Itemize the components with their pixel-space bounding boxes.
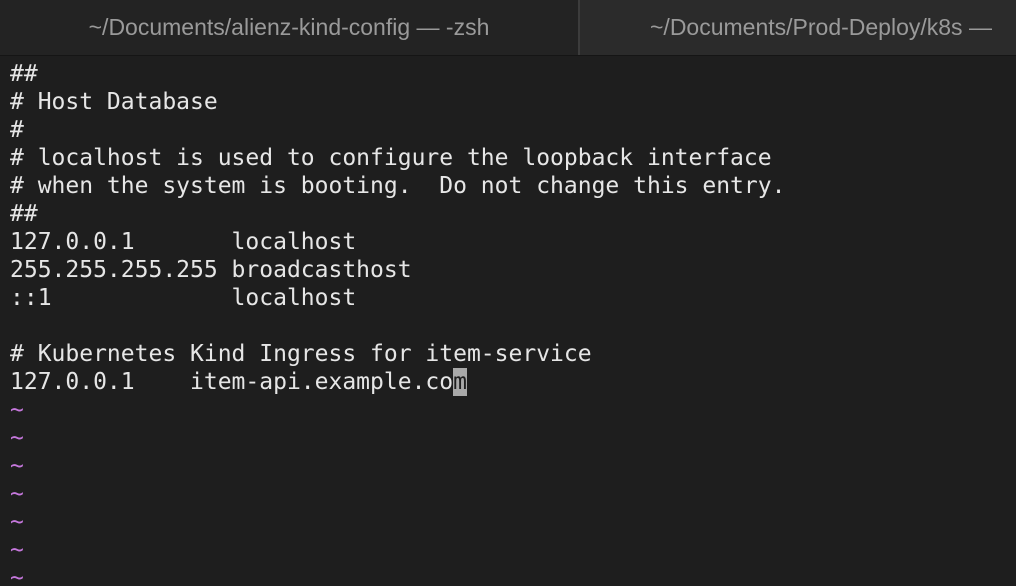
text-line-current: 127.0.0.1 item-api.example.com — [10, 368, 785, 396]
text-line: 255.255.255.255 broadcasthost — [10, 257, 412, 283]
vim-editor[interactable]: ## # Host Database # # localhost is used… — [10, 60, 785, 586]
text-line: # Host Database — [10, 89, 218, 115]
tab-bar: ~/Documents/alienz-kind-config — -zsh ~/… — [0, 0, 1016, 56]
empty-line-marker: ~ — [10, 537, 24, 563]
tab-alienz-kind-config[interactable]: ~/Documents/alienz-kind-config — -zsh — [0, 0, 578, 55]
text-line: # — [10, 117, 24, 143]
text-line: # when the system is booting. Do not cha… — [10, 173, 786, 199]
empty-line-marker: ~ — [10, 509, 24, 535]
text-line: # Kubernetes Kind Ingress for item-servi… — [10, 341, 592, 367]
text-line-empty — [10, 312, 785, 340]
text-cursor: m — [453, 368, 467, 396]
text-line: # localhost is used to configure the loo… — [10, 145, 772, 171]
terminal-window: ~/Documents/alienz-kind-config — -zsh ~/… — [0, 0, 1016, 586]
empty-line-marker: ~ — [10, 481, 24, 507]
text-line: ## — [10, 201, 38, 227]
text-line-content: 127.0.0.1 item-api.example.co — [10, 369, 454, 395]
empty-line-marker: ~ — [10, 565, 24, 586]
tab-prod-deploy-k8s[interactable]: ~/Documents/Prod-Deploy/k8s — — [580, 0, 1016, 55]
text-line: 127.0.0.1 localhost — [10, 229, 357, 255]
text-line: ## — [10, 61, 38, 87]
text-line: ::1 localhost — [10, 285, 357, 311]
empty-line-marker: ~ — [10, 397, 24, 423]
empty-line-marker: ~ — [10, 425, 24, 451]
empty-line-marker: ~ — [10, 453, 24, 479]
